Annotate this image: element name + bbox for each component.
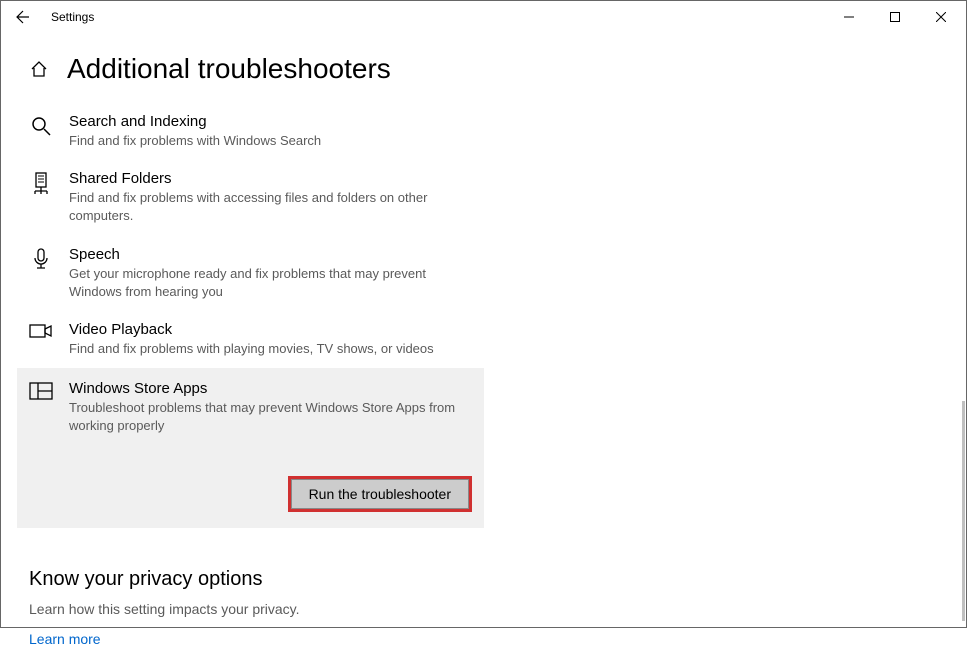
troubleshooter-windows-store-apps[interactable]: Windows Store Apps Troubleshoot problems… <box>17 368 484 527</box>
content-area: Additional troubleshooters Search and In… <box>1 33 966 649</box>
troubleshooter-title: Search and Indexing <box>69 113 472 130</box>
close-icon <box>936 12 946 22</box>
run-troubleshooter-button[interactable]: Run the troubleshooter <box>288 476 472 512</box>
privacy-section: Know your privacy options Learn how this… <box>29 568 938 649</box>
troubleshooter-search-indexing[interactable]: Search and Indexing Find and fix problem… <box>29 103 484 160</box>
maximize-button[interactable] <box>872 1 918 33</box>
back-arrow-icon <box>15 9 31 25</box>
troubleshooter-speech[interactable]: Speech Get your microphone ready and fix… <box>29 236 484 311</box>
troubleshooter-video-playback[interactable]: Video Playback Find and fix problems wit… <box>29 311 484 368</box>
page-title: Additional troubleshooters <box>67 53 391 85</box>
store-apps-icon <box>29 382 53 406</box>
window-controls <box>826 1 964 33</box>
privacy-title: Know your privacy options <box>29 568 938 591</box>
troubleshooter-shared-folders[interactable]: Shared Folders Find and fix problems wit… <box>29 160 484 235</box>
minimize-icon <box>844 12 854 22</box>
troubleshooter-title: Speech <box>69 246 472 263</box>
close-button[interactable] <box>918 1 964 33</box>
scrollbar[interactable] <box>962 401 965 621</box>
home-icon <box>29 59 49 79</box>
shared-folders-icon <box>29 172 53 196</box>
microphone-icon <box>29 248 53 272</box>
page-header: Additional troubleshooters <box>29 53 938 85</box>
maximize-icon <box>890 12 900 22</box>
troubleshooter-desc: Find and fix problems with Windows Searc… <box>69 132 472 150</box>
troubleshooter-desc: Troubleshoot problems that may prevent W… <box>69 399 472 435</box>
troubleshooter-title: Shared Folders <box>69 170 472 187</box>
video-icon <box>29 323 53 347</box>
titlebar: Settings <box>1 1 966 33</box>
troubleshooter-desc: Find and fix problems with accessing fil… <box>69 189 472 225</box>
troubleshooter-title: Windows Store Apps <box>69 380 472 397</box>
back-button[interactable] <box>3 1 43 33</box>
window-title: Settings <box>51 10 94 24</box>
troubleshooter-desc: Find and fix problems with playing movie… <box>69 340 472 358</box>
search-icon <box>29 115 53 139</box>
troubleshooter-list: Search and Indexing Find and fix problem… <box>29 103 484 528</box>
troubleshooter-desc: Get your microphone ready and fix proble… <box>69 265 472 301</box>
troubleshooter-title: Video Playback <box>69 321 472 338</box>
minimize-button[interactable] <box>826 1 872 33</box>
home-button[interactable] <box>29 59 49 79</box>
privacy-desc: Learn how this setting impacts your priv… <box>29 601 938 617</box>
learn-more-link[interactable]: Learn more <box>29 631 101 647</box>
